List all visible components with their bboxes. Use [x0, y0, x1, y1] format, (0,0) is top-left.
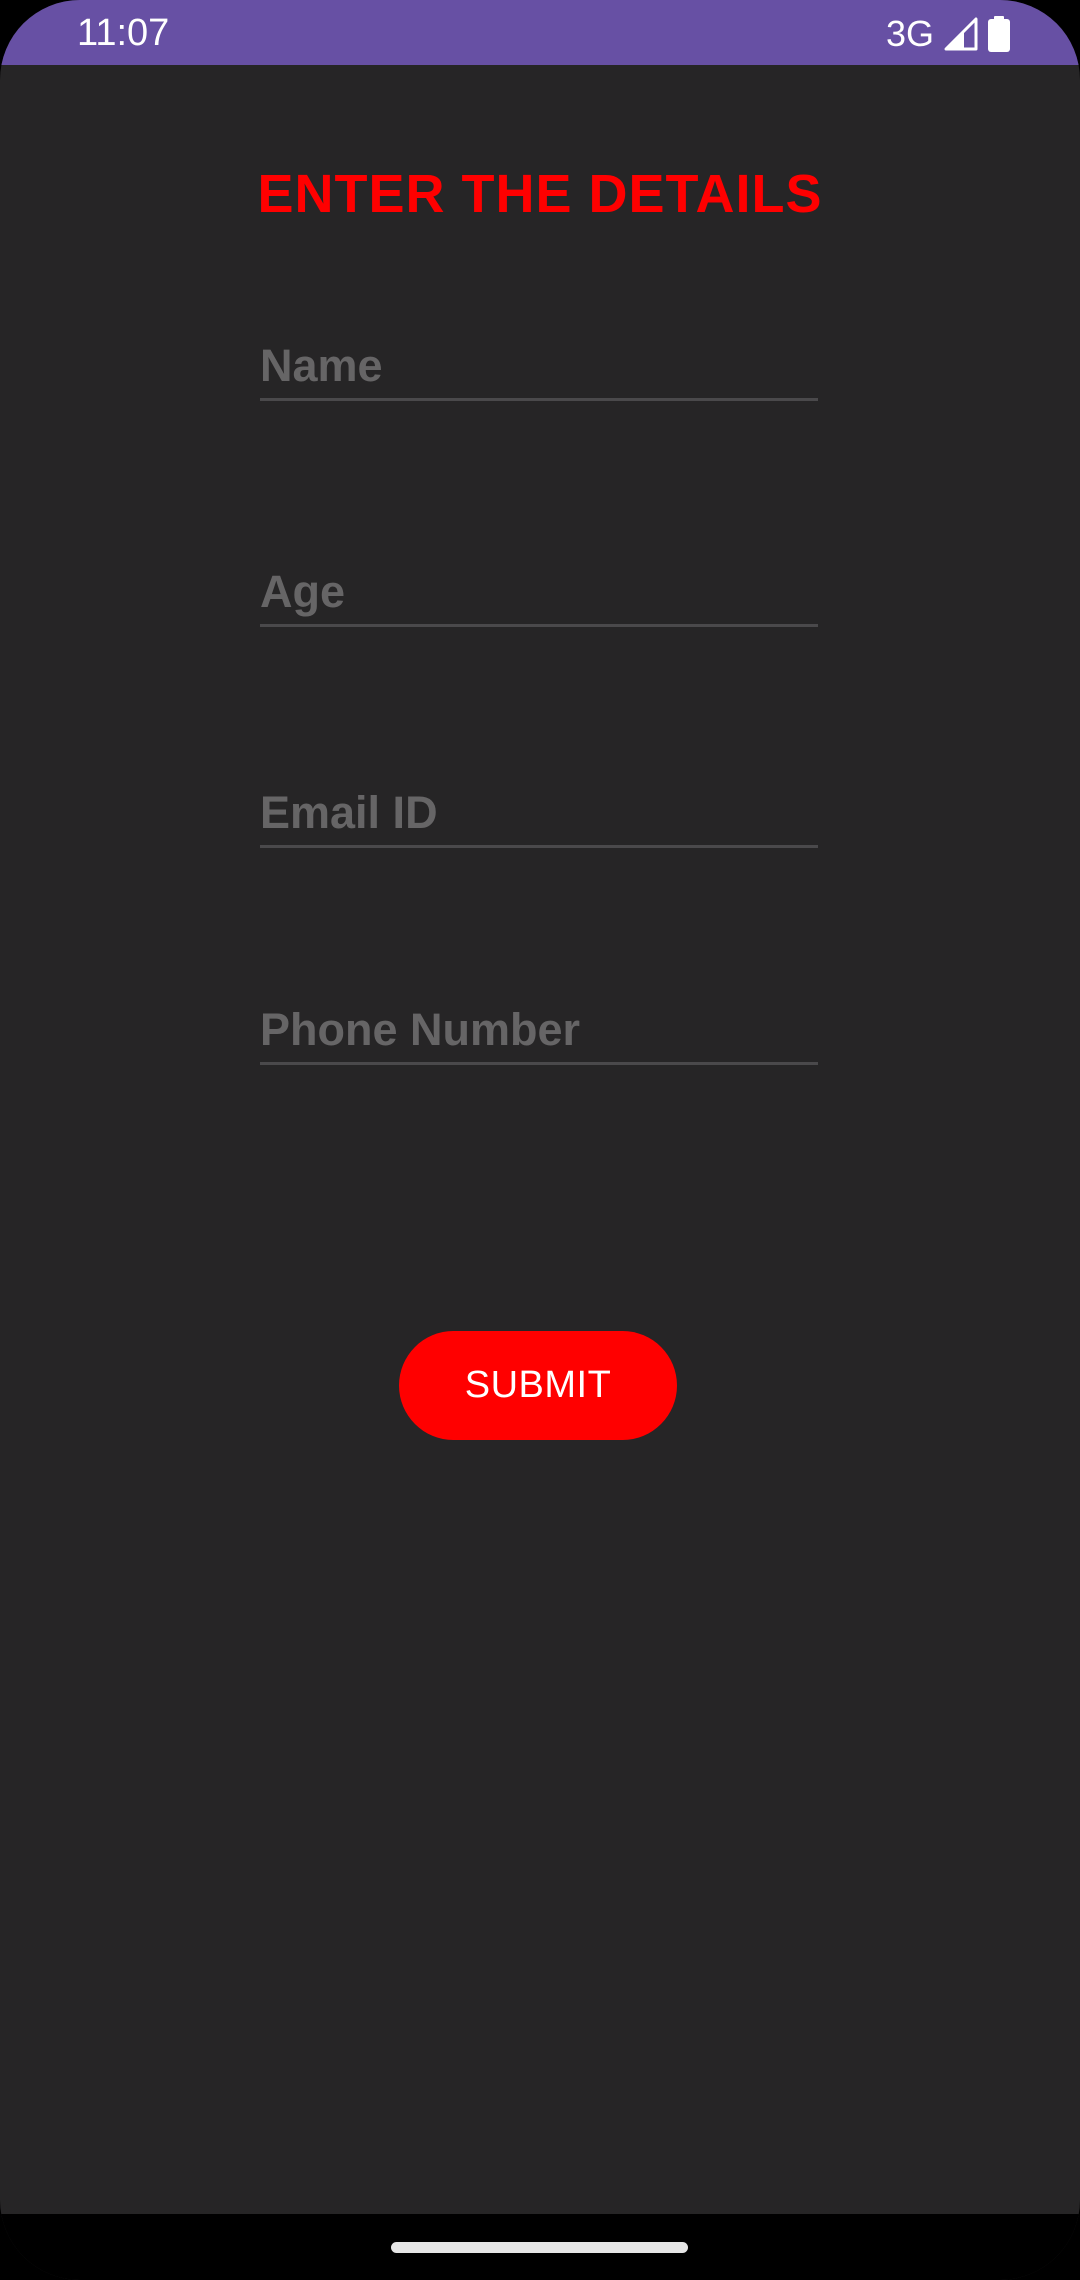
- signal-icon: [944, 17, 978, 51]
- email-field[interactable]: [260, 781, 818, 848]
- network-type: 3G: [885, 13, 934, 54]
- submit-button[interactable]: SUBMIT: [399, 1331, 677, 1440]
- home-indicator[interactable]: [391, 2242, 688, 2253]
- phone-input[interactable]: [260, 998, 818, 1062]
- age-field[interactable]: [260, 560, 818, 627]
- status-time: 11:07: [77, 12, 170, 54]
- battery-icon: [988, 16, 1010, 52]
- app-screen: 11:07 3G ENTER THE DETAILS Name Age Emai…: [0, 0, 1080, 2280]
- name-input[interactable]: [260, 334, 818, 398]
- phone-field[interactable]: [260, 998, 818, 1065]
- form-title: ENTER THE DETAILS: [257, 164, 823, 224]
- status-icons: 3G: [886, 12, 1010, 56]
- email-input[interactable]: [260, 781, 818, 845]
- navigation-bar: [0, 2214, 1080, 2280]
- status-bar: 11:07 3G: [0, 0, 1080, 65]
- name-field[interactable]: [260, 334, 818, 401]
- age-input[interactable]: [260, 560, 818, 624]
